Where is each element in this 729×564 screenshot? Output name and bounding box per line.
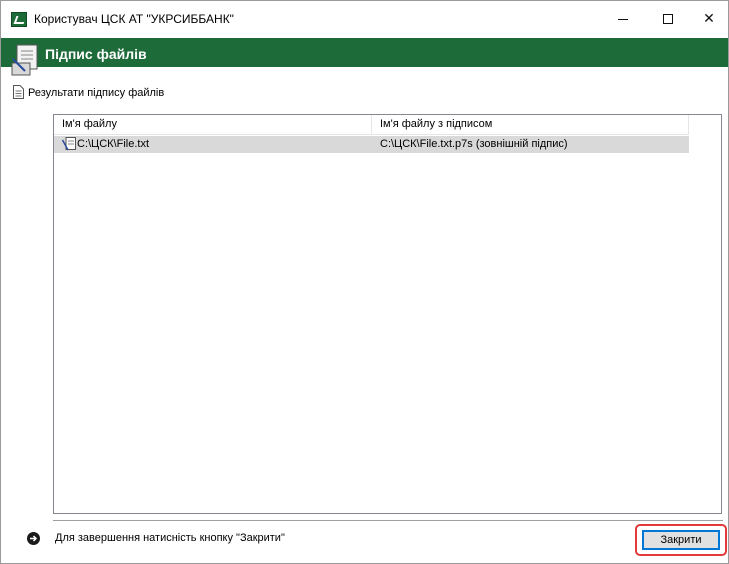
dialog-window: Користувач ЦСК АТ "УКРСИББАНК" ✕ Підпис … (0, 0, 729, 564)
column-header-file[interactable]: Ім'я файлу (54, 115, 372, 135)
minimize-button[interactable] (600, 1, 646, 37)
sign-document-icon (11, 44, 38, 76)
window-title: Користувач ЦСК АТ "УКРСИББАНК" (34, 12, 234, 26)
minimize-icon (618, 18, 628, 20)
table-row[interactable]: C:\ЦСК\File.txt C:\ЦСК\File.txt.p7s (зов… (54, 136, 689, 153)
maximize-button[interactable] (645, 1, 691, 37)
close-icon: ✕ (703, 11, 715, 27)
maximize-icon (663, 14, 673, 24)
close-button[interactable]: Закрити (642, 530, 720, 550)
section-label: Результати підпису файлів (28, 87, 165, 99)
close-window-button[interactable]: ✕ (690, 1, 728, 37)
column-header-signed-file[interactable]: Ім'я файлу з підписом (372, 115, 689, 135)
footer-divider (53, 520, 723, 521)
list-header: Ім'я файлу Ім'я файлу з підписом (54, 115, 689, 135)
arrow-right-circle-icon (27, 532, 40, 545)
app-logo-icon (11, 12, 27, 27)
footer-hint: Для завершення натисність кнопку "Закрит… (55, 532, 285, 544)
signed-file-icon (62, 137, 76, 151)
document-icon (13, 85, 24, 99)
page-title: Підпис файлів (45, 46, 147, 62)
results-list[interactable]: Ім'я файлу Ім'я файлу з підписом C:\ЦСК\… (53, 114, 722, 514)
title-bar: Користувач ЦСК АТ "УКРСИББАНК" ✕ (1, 1, 728, 38)
signed-file-name-cell: C:\ЦСК\File.txt.p7s (зовнішній підпис) (380, 138, 568, 150)
file-name-cell: C:\ЦСК\File.txt (77, 138, 149, 150)
